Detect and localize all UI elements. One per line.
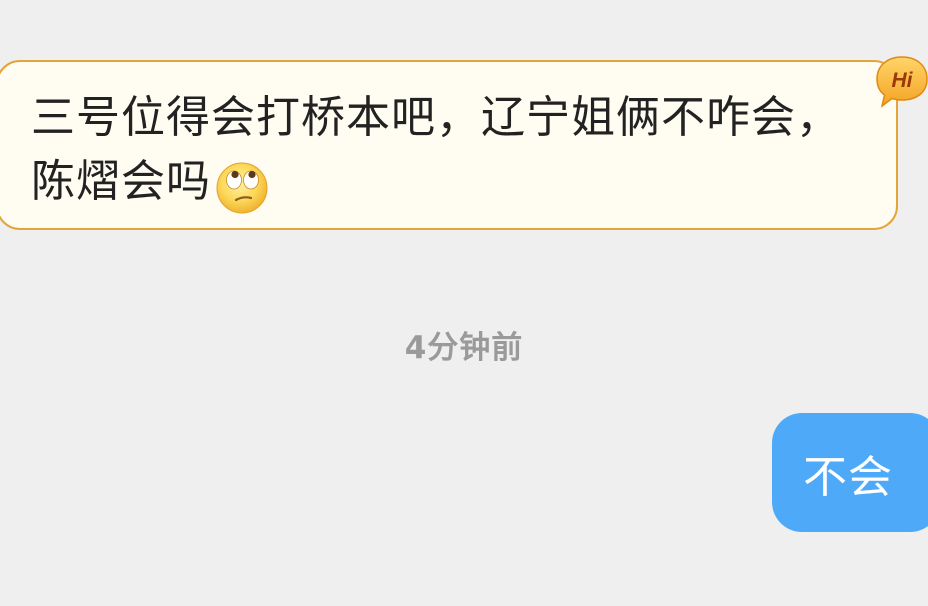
outgoing-message-text: 不会 (803, 451, 893, 503)
message-timestamp: 4分钟前 (404, 330, 524, 366)
svg-text:Hi: Hi (892, 69, 914, 92)
outgoing-message-bubble[interactable]: 不会 (772, 413, 928, 532)
incoming-message-text: 三号位得会打桥本吧，辽宁姐俩不咋会，陈熠会吗 (31, 92, 841, 207)
rolling-eyes-emoji-icon (215, 161, 269, 215)
hi-badge-icon: Hi (874, 54, 928, 110)
incoming-message-bubble[interactable]: 三号位得会打桥本吧，辽宁姐俩不咋会，陈熠会吗 (0, 60, 898, 230)
